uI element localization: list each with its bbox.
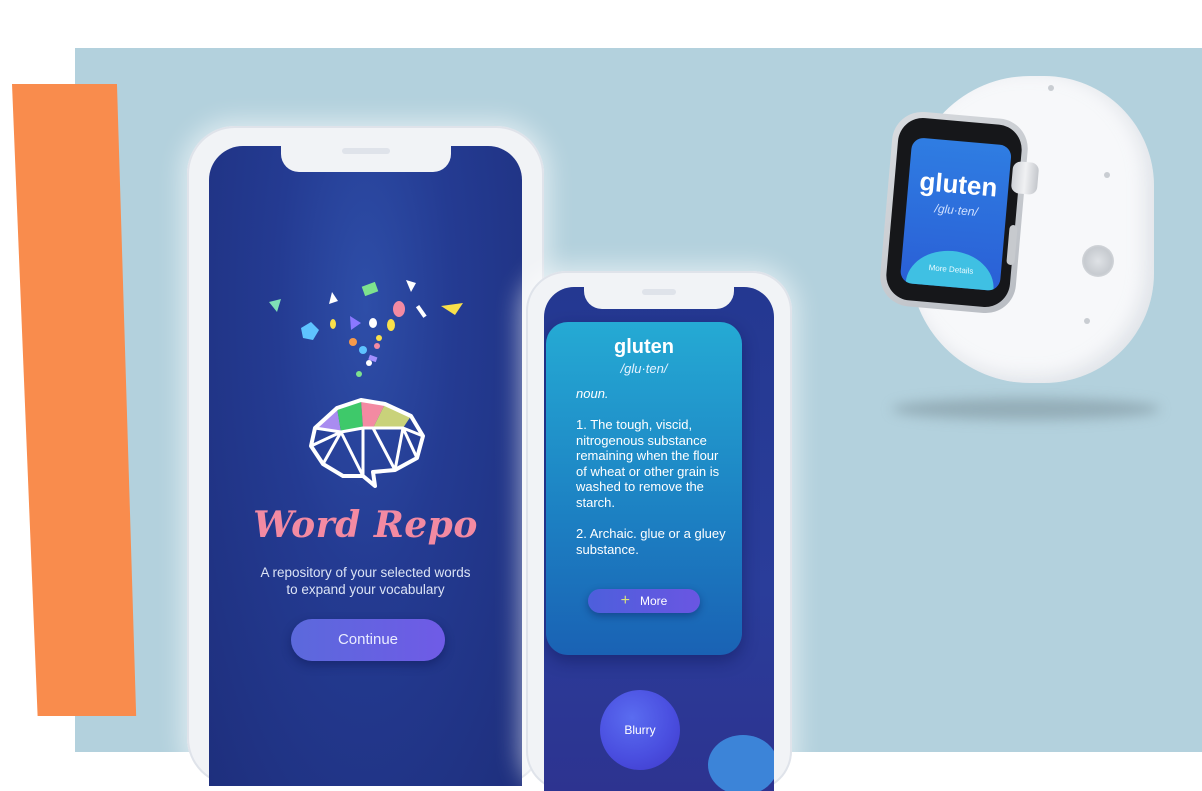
watch-bezel: gluten /glu·ten/ More Details	[884, 115, 1024, 310]
subtitle-line-2: to expand your vocabulary	[286, 582, 445, 597]
definition-item: 2. Archaic. glue or a gluey substance.	[576, 526, 726, 557]
decorative-blob	[708, 735, 774, 791]
more-label: More	[640, 594, 668, 608]
watch-band-hole	[1084, 318, 1090, 324]
watch-crown	[1010, 160, 1040, 196]
phone-intro: Word Repo A repository of your selected …	[187, 126, 544, 786]
app-title: Word Repo	[253, 504, 478, 546]
phone-speaker	[642, 289, 676, 295]
intro-screen: Word Repo A repository of your selected …	[209, 146, 522, 786]
definition-screen: gluten /glu·ten/ noun. 1. The tough, vis…	[544, 287, 774, 791]
confetti-icon	[269, 280, 463, 377]
watch-band-clasp	[1082, 245, 1114, 277]
phone-definition: gluten /glu·ten/ noun. 1. The tough, vis…	[526, 271, 792, 791]
definition-card: gluten /glu·ten/ noun. 1. The tough, vis…	[546, 322, 742, 655]
brain-icon	[309, 398, 425, 488]
more-details-button[interactable]: More Details	[902, 247, 997, 292]
plus-icon: +	[620, 592, 630, 609]
definition-phonetic: /glu·ten/	[620, 361, 668, 376]
part-of-speech: noun.	[576, 386, 609, 401]
phone-speaker	[341, 148, 390, 154]
watch-screen: gluten /glu·ten/ More Details	[899, 137, 1013, 292]
watch-band-hole	[1104, 172, 1110, 178]
more-button[interactable]: + More	[588, 589, 700, 613]
blurry-button[interactable]: Blurry	[600, 690, 680, 770]
subtitle-line-1: A repository of your selected words	[260, 565, 471, 580]
watch-case: gluten /glu·ten/ More Details	[877, 109, 1031, 316]
definition-item: 1. The tough, viscid, nitrogenous substa…	[576, 417, 720, 510]
continue-button[interactable]: Continue	[291, 619, 445, 661]
watch-word: gluten	[918, 165, 999, 203]
watch-shadow	[892, 398, 1160, 420]
watch-band-hole	[1048, 85, 1054, 91]
definition-word: gluten	[614, 336, 674, 358]
definition-list: 1. The tough, viscid, nitrogenous substa…	[576, 417, 726, 573]
app-subtitle: A repository of your selected words to e…	[209, 564, 522, 598]
